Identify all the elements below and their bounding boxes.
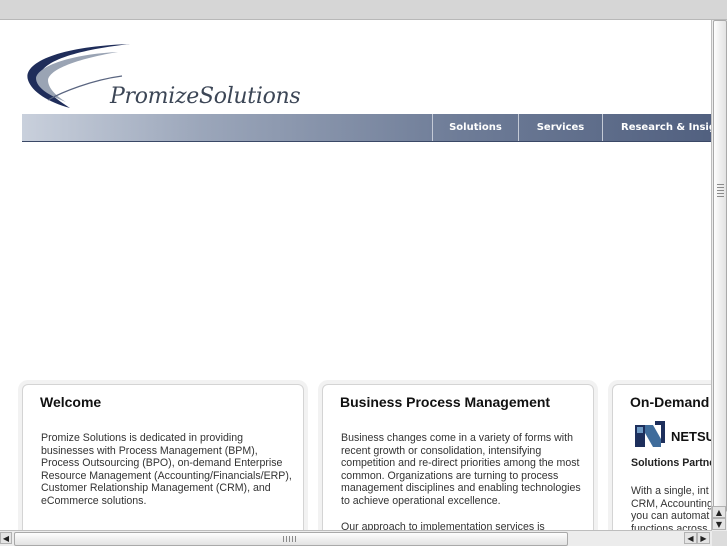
netsuite-logo-icon bbox=[635, 421, 665, 451]
logo-text: PromizeSolutions bbox=[110, 84, 301, 109]
netsuite-logo-text: NETSU bbox=[671, 429, 712, 444]
bpm-title: Business Process Management bbox=[340, 394, 551, 410]
scroll-down-icon[interactable]: ▼ bbox=[712, 518, 726, 530]
welcome-body: Promize Solutions is dedicated in provid… bbox=[41, 432, 292, 507]
horizontal-scroll-thumb[interactable] bbox=[14, 532, 568, 546]
welcome-title: Welcome bbox=[40, 394, 102, 410]
vertical-scroll-thumb[interactable] bbox=[713, 20, 727, 512]
ondemand-panel: On-Demand NETSU Solutions Partne With a … bbox=[612, 384, 712, 531]
scroll-right-icon[interactable]: ▶ bbox=[697, 532, 710, 544]
bpm-panel: Business Process Management Business cha… bbox=[322, 384, 594, 531]
brand-logo[interactable]: PromizeSolutions bbox=[22, 40, 322, 112]
nav-item-research[interactable]: Research & Insigh bbox=[602, 114, 712, 141]
scroll-up-icon[interactable]: ▲ bbox=[712, 506, 726, 518]
page-viewport: PromizeSolutions Solutions Services Rese… bbox=[0, 20, 712, 531]
welcome-panel: Welcome Promize Solutions is dedicated i… bbox=[22, 384, 304, 531]
ondemand-title: On-Demand bbox=[630, 394, 710, 410]
nav-items: Solutions Services Research & Insigh bbox=[432, 114, 712, 141]
scrollbar-corner bbox=[712, 531, 727, 546]
main-navbar: Solutions Services Research & Insigh bbox=[22, 114, 712, 142]
vertical-scrollbar[interactable]: ▲ ▼ bbox=[711, 20, 727, 531]
horizontal-scrollbar[interactable]: ◀ ◀ ▶ bbox=[0, 530, 712, 546]
solutions-partner-label: Solutions Partne bbox=[631, 457, 712, 469]
ondemand-body: With a single, int CRM, Accounting you c… bbox=[631, 485, 712, 531]
nav-item-solutions[interactable]: Solutions bbox=[432, 114, 518, 141]
scroll-left-icon-secondary[interactable]: ◀ bbox=[684, 532, 697, 544]
nav-item-services[interactable]: Services bbox=[518, 114, 602, 141]
browser-content-window: PromizeSolutions Solutions Services Rese… bbox=[0, 19, 727, 546]
scroll-left-icon[interactable]: ◀ bbox=[0, 532, 12, 544]
bpm-body: Business changes come in a variety of fo… bbox=[341, 432, 581, 507]
